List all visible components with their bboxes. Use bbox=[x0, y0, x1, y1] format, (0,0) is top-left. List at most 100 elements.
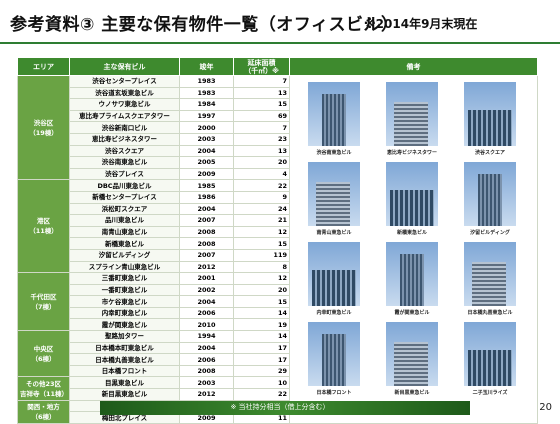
building-photo-image bbox=[308, 82, 360, 146]
footer-note: ※ 当社持分相当（借上分含む） bbox=[230, 403, 330, 411]
area-cell: 中央区 （6棟） bbox=[17, 330, 70, 378]
floor-area: 17 bbox=[233, 341, 290, 355]
completion-year: 2004 bbox=[179, 144, 234, 158]
building-silhouette bbox=[400, 254, 424, 306]
building-name: 渋谷南東急ビル bbox=[69, 156, 180, 169]
completion-year: 2007 bbox=[179, 248, 234, 262]
building-photo-caption: 二子玉川ライズ bbox=[472, 390, 508, 396]
building-photo: 内幸町東急ビル bbox=[308, 242, 360, 318]
building-name: ウノサワ東急ビル bbox=[69, 98, 180, 111]
floor-area: 8 bbox=[233, 260, 290, 274]
completion-year: 2008 bbox=[179, 237, 234, 250]
building-name: 聖路加タワー bbox=[69, 330, 180, 343]
building-name: 目黒東急ビル bbox=[69, 376, 180, 390]
floor-area: 19 bbox=[233, 318, 290, 332]
completion-year: 1983 bbox=[179, 86, 234, 100]
building-photo-image bbox=[308, 162, 360, 226]
floor-area: 7 bbox=[233, 121, 290, 134]
building-silhouette bbox=[312, 270, 356, 306]
remarks-photo-gallery: 渋谷南東急ビル 恵比寿ビジネスタワー 渋谷スクエア 南青山東急ビル 新橋東急ビル 汐留ビル… bbox=[289, 75, 538, 424]
floor-area: 4 bbox=[233, 167, 290, 181]
building-silhouette bbox=[390, 190, 434, 226]
area-cell: 港区 （11棟） bbox=[17, 179, 70, 274]
building-name: スプライン青山東急ビル bbox=[69, 260, 180, 274]
completion-year: 2009 bbox=[179, 167, 234, 181]
header-area: エリア bbox=[17, 57, 70, 76]
floor-area: 10 bbox=[233, 376, 290, 390]
floor-area: 14 bbox=[233, 306, 290, 320]
completion-year: 2005 bbox=[179, 156, 234, 169]
building-photo: 二子玉川ライズ bbox=[464, 322, 516, 398]
header-building: 主な保有ビル bbox=[69, 57, 180, 76]
completion-year: 2003 bbox=[179, 376, 234, 390]
building-photo-image bbox=[308, 322, 360, 386]
header-year: 竣年 bbox=[179, 57, 234, 76]
building-photo-image bbox=[386, 242, 438, 306]
building-name: 品川東急ビル bbox=[69, 214, 180, 227]
building-name: 新橋東急ビル bbox=[69, 237, 180, 250]
floor-area: 22 bbox=[233, 179, 290, 192]
area-cell: その他23区 吉祥寺（11棟） bbox=[17, 376, 70, 401]
building-photo-caption: 霞が関東急ビル bbox=[394, 310, 430, 316]
building-name: 内幸町東急ビル bbox=[69, 306, 180, 320]
building-photo: 新橋東急ビル bbox=[386, 162, 438, 238]
floor-area: 15 bbox=[233, 295, 290, 308]
building-name: 南青山東急ビル bbox=[69, 225, 180, 239]
floor-area: 13 bbox=[233, 144, 290, 158]
completion-year: 2001 bbox=[179, 272, 234, 285]
completion-year: 2008 bbox=[179, 364, 234, 378]
building-photo-caption: 渋谷スクエア bbox=[474, 150, 505, 156]
building-name: 一番町東急ビル bbox=[69, 283, 180, 297]
building-photo: 日本橋丸善東急ビル bbox=[464, 242, 516, 318]
completion-year: 2004 bbox=[179, 202, 234, 216]
completion-year: 2010 bbox=[179, 318, 234, 332]
building-photo-caption: 汐留ビルディング bbox=[470, 230, 510, 236]
completion-year: 1986 bbox=[179, 190, 234, 204]
floor-area: 9 bbox=[233, 190, 290, 204]
floor-area: 15 bbox=[233, 98, 290, 111]
page-number: 20 bbox=[539, 402, 552, 413]
building-photo-image bbox=[464, 82, 516, 146]
building-photo-caption: 恵比寿ビジネスタワー bbox=[386, 150, 437, 156]
building-photo: 日本橋フロント bbox=[308, 322, 360, 398]
building-photo-caption: 新橋東急ビル bbox=[396, 230, 427, 236]
building-name: 日本橋丸善東急ビル bbox=[69, 353, 180, 366]
floor-area: 23 bbox=[233, 132, 290, 146]
building-silhouette bbox=[394, 102, 428, 146]
building-name: 日本橋本町東急ビル bbox=[69, 341, 180, 355]
building-silhouette bbox=[322, 334, 346, 386]
building-photo: 汐留ビルディング bbox=[464, 162, 516, 238]
building-photo-image bbox=[464, 322, 516, 386]
footer: ※ 当社持分相当（借上分含む） 20 bbox=[0, 398, 560, 420]
building-photo-image bbox=[464, 242, 516, 306]
building-photo-caption: 南青山東急ビル bbox=[316, 230, 352, 236]
completion-year: 2006 bbox=[179, 306, 234, 320]
floor-area: 14 bbox=[233, 330, 290, 343]
floor-area: 7 bbox=[233, 75, 290, 88]
floor-area: 21 bbox=[233, 214, 290, 227]
title-bar: 参考資料③ 主要な保有物件一覧（オフィスビル） ※2014年9月末現在 bbox=[0, 0, 560, 44]
completion-year: 1997 bbox=[179, 109, 234, 123]
building-silhouette bbox=[394, 342, 428, 386]
completion-year: 2002 bbox=[179, 283, 234, 297]
floor-area: 29 bbox=[233, 364, 290, 378]
floor-area: 119 bbox=[233, 248, 290, 262]
completion-year: 1994 bbox=[179, 330, 234, 343]
header-remarks: 備考 bbox=[289, 57, 538, 76]
building-photo-image bbox=[386, 162, 438, 226]
building-name: 恵比寿ビジネスタワー bbox=[69, 132, 180, 146]
building-name: 市ケ谷東急ビル bbox=[69, 295, 180, 308]
building-photo-image bbox=[308, 242, 360, 306]
building-name: 日本橋フロント bbox=[69, 364, 180, 378]
building-silhouette bbox=[472, 262, 506, 306]
building-photo-caption: 新目黒東急ビル bbox=[394, 390, 430, 396]
floor-area: 17 bbox=[233, 353, 290, 366]
building-photo: 渋谷スクエア bbox=[464, 82, 516, 158]
page-title: 参考資料③ 主要な保有物件一覧（オフィスビル） bbox=[10, 15, 399, 35]
building-name: 三番町東急ビル bbox=[69, 272, 180, 285]
building-photo: 恵比寿ビジネスタワー bbox=[386, 82, 438, 158]
area-cell: 渋谷区 （19棟） bbox=[17, 74, 70, 181]
building-name: 渋谷スクエア bbox=[69, 144, 180, 158]
building-name: 渋谷センタープレイス bbox=[69, 75, 180, 88]
floor-area: 12 bbox=[233, 272, 290, 285]
